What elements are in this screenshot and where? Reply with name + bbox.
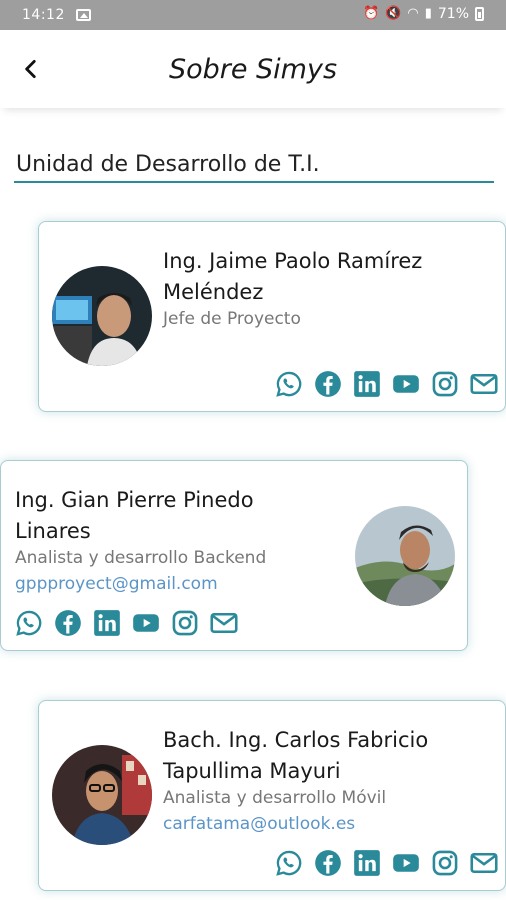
instagram-icon[interactable]: [431, 849, 459, 877]
social-links: [275, 849, 498, 877]
mail-icon[interactable]: [470, 370, 498, 398]
member-name-line1: Ing. Jaime Paolo Ramírez: [163, 249, 423, 273]
member-name: Ing. Gian Pierre Pinedo Linares: [15, 485, 254, 547]
mute-icon: 🔇: [385, 6, 402, 21]
mail-icon[interactable]: [210, 609, 238, 637]
member-name-line2: Linares: [15, 519, 91, 543]
member-role: Analista y desarrollo Móvil: [163, 788, 387, 808]
member-name: Ing. Jaime Paolo Ramírez Meléndez: [163, 246, 422, 308]
member-email-link[interactable]: gppproyect@gmail.com: [15, 574, 218, 594]
avatar: [52, 745, 152, 845]
team-card: Ing. Jaime Paolo Ramírez Meléndez Jefe d…: [38, 221, 506, 412]
app-header: Sobre Simys: [0, 30, 506, 108]
whatsapp-icon[interactable]: [275, 370, 303, 398]
linkedin-icon[interactable]: [93, 609, 121, 637]
facebook-icon[interactable]: [314, 849, 342, 877]
wifi-icon: ◠: [407, 6, 419, 21]
linkedin-icon[interactable]: [353, 849, 381, 877]
member-name-line1: Bach. Ing. Carlos Fabricio: [163, 728, 429, 752]
team-card: Bach. Ing. Carlos Fabricio Tapullima May…: [38, 700, 506, 891]
status-bar: 14:12 ⏰ 🔇 ◠ ▮ 71%: [0, 0, 506, 30]
instagram-icon[interactable]: [431, 370, 459, 398]
team-card: Ing. Gian Pierre Pinedo Linares Analista…: [0, 460, 468, 651]
linkedin-icon[interactable]: [353, 370, 381, 398]
whatsapp-icon[interactable]: [15, 609, 43, 637]
member-name-line2: Tapullima Mayuri: [163, 759, 341, 783]
section-divider: [14, 181, 494, 183]
facebook-icon[interactable]: [314, 370, 342, 398]
social-links: [15, 609, 238, 637]
battery-icon: [475, 7, 484, 21]
social-links: [275, 370, 498, 398]
alarm-icon: ⏰: [363, 6, 380, 21]
youtube-icon[interactable]: [392, 370, 420, 398]
image-icon: [76, 9, 91, 21]
avatar: [355, 506, 455, 606]
member-name-line2: Meléndez: [163, 280, 264, 304]
member-role: Analista y desarrollo Backend: [15, 548, 267, 568]
battery-text: 71%: [437, 6, 469, 22]
status-time: 14:12: [22, 7, 65, 23]
whatsapp-icon[interactable]: [275, 849, 303, 877]
facebook-icon[interactable]: [54, 609, 82, 637]
member-name: Bach. Ing. Carlos Fabricio Tapullima May…: [163, 725, 428, 787]
youtube-icon[interactable]: [132, 609, 160, 637]
youtube-icon[interactable]: [392, 849, 420, 877]
signal-icon: ▮: [424, 6, 432, 21]
mail-icon[interactable]: [470, 849, 498, 877]
member-name-line1: Ing. Gian Pierre Pinedo: [15, 488, 254, 512]
page-title: Sobre Simys: [168, 54, 338, 85]
avatar: [52, 266, 152, 366]
status-icons: ⏰ 🔇 ◠ ▮ 71%: [363, 6, 484, 22]
instagram-icon[interactable]: [171, 609, 199, 637]
member-email-link[interactable]: carfatama@outlook.es: [163, 814, 355, 834]
section-title: Unidad de Desarrollo de T.I.: [16, 152, 320, 177]
member-role: Jefe de Proyecto: [163, 309, 301, 329]
